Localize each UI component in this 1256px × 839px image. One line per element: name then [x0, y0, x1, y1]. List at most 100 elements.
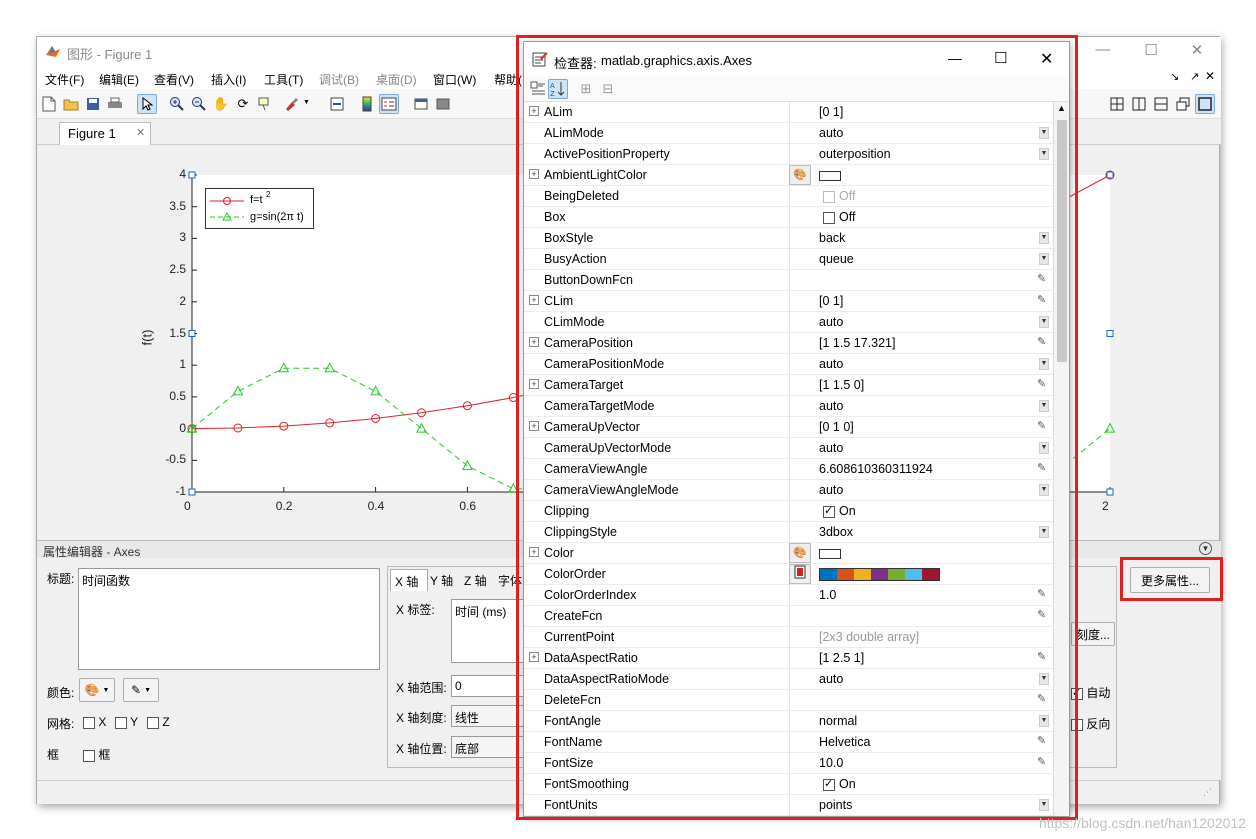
y-tick-label: -0.5 [165, 452, 186, 467]
menu-window[interactable]: 窗口(W) [433, 71, 476, 88]
grid-z-label: Z [162, 715, 170, 729]
box-check-label: 框 [98, 748, 111, 762]
legend-line-f [210, 197, 244, 221]
tab-close-icon[interactable]: ✕ [136, 126, 145, 139]
y-tick-label: 3 [179, 230, 186, 245]
legend-item-f-exp: 2 [266, 190, 271, 199]
y-tick-label: 0.5 [169, 388, 186, 403]
grid-x-checkbox[interactable]: X [83, 715, 106, 729]
print-icon[interactable] [105, 94, 125, 114]
tab-x-axis[interactable]: X 轴 [390, 569, 428, 591]
auto-label: 自动 [1086, 686, 1111, 700]
x-label-label: X 标签: [396, 603, 435, 617]
x-tick-label: 0.2 [275, 499, 293, 513]
resize-grip-icon[interactable]: ⋰ [1203, 787, 1212, 798]
y-tick-label: 4 [179, 167, 186, 181]
x-label-value: 时间 (ms) [455, 605, 507, 619]
y-tick-label: 1.5 [169, 325, 186, 340]
y-tick-label: 0 [179, 420, 186, 435]
watermark: https://blog.csdn.net/han1202012 [1038, 815, 1246, 831]
show-tools-icon[interactable] [433, 94, 453, 114]
brush-icon[interactable] [281, 94, 301, 114]
property-editor-title: 属性编辑器 - Axes [43, 545, 141, 559]
figure-title: 图形 - Figure 1 [67, 47, 153, 62]
selection-handle [1106, 171, 1114, 179]
tile-grid-icon[interactable] [1107, 94, 1127, 114]
x-tick-label: 2 [1102, 499, 1109, 513]
title-input-value: 时间函数 [82, 574, 131, 588]
dock-icon[interactable]: ↗ [1190, 70, 1199, 83]
grid-x-box[interactable] [83, 716, 95, 729]
tile-rows-icon[interactable] [1151, 94, 1171, 114]
grid-x-label: X [98, 715, 107, 729]
data-cursor-icon[interactable] [255, 94, 275, 114]
box-checkbox[interactable]: 框 [83, 746, 110, 763]
hide-tools-icon[interactable] [411, 94, 431, 114]
edge-color-button[interactable]: ✎ ▼ [123, 678, 159, 702]
maximize-icon[interactable]: ☐ [1131, 41, 1171, 61]
color-label: 颜色: [47, 686, 75, 700]
y-axis-label: f(t) [139, 329, 155, 346]
save-icon[interactable] [83, 94, 103, 114]
close-icon[interactable]: ✕ [1177, 41, 1217, 61]
x-tick-label: 0 [184, 499, 191, 513]
menu-file[interactable]: 文件(F) [45, 71, 84, 88]
tab-label: Figure 1 [68, 126, 116, 141]
legend-item-g: g=sin(2π t) [250, 211, 304, 223]
y-tick-label: 2 [179, 293, 186, 308]
collapse-icon[interactable]: ▼ [1199, 542, 1212, 555]
brush-dropdown-icon[interactable]: ▼ [303, 99, 310, 106]
selection-handle [188, 488, 196, 496]
tab-z-axis[interactable]: Z 轴 [464, 572, 487, 589]
legend-item-f: f=t [250, 194, 263, 206]
float-window-icon[interactable] [1173, 94, 1193, 114]
menu-tools[interactable]: 工具(T) [264, 71, 303, 88]
link-plot-icon[interactable] [327, 94, 347, 114]
menu-edit[interactable]: 编辑(E) [99, 71, 139, 88]
grid-z-box[interactable] [147, 716, 159, 729]
box-check-box[interactable] [83, 749, 95, 762]
zoom-in-icon[interactable] [167, 94, 187, 114]
grid-y-box[interactable] [115, 716, 127, 729]
open-file-icon[interactable] [61, 94, 81, 114]
selection-handle [1106, 330, 1114, 337]
highlight-more-properties [1120, 557, 1223, 601]
reverse-label: 反向 [1086, 717, 1111, 731]
ticks-button-label: 刻度... [1075, 627, 1110, 642]
rotate-icon[interactable]: ⟳ [233, 94, 253, 114]
grid-label: 网格: [47, 717, 75, 731]
menu-view[interactable]: 查看(V) [154, 71, 194, 88]
y-tick-label: 2.5 [169, 262, 186, 277]
y-tick-label: 3.5 [169, 198, 186, 213]
x-location-value: 底部 [455, 742, 480, 756]
edit-plot-icon[interactable] [137, 94, 157, 114]
zoom-out-icon[interactable] [189, 94, 209, 114]
menu-desktop[interactable]: 桌面(D) [376, 71, 417, 88]
x-scale-value: 线性 [455, 711, 480, 725]
selection-handle [1106, 488, 1114, 496]
selection-handle [188, 171, 196, 179]
title-input[interactable]: 时间函数 [78, 568, 380, 670]
colorbar-icon[interactable] [357, 94, 377, 114]
menu-insert[interactable]: 插入(I) [211, 71, 246, 88]
minimize-icon[interactable]: — [1083, 41, 1123, 61]
x-tick-label: 0.6 [459, 499, 477, 513]
pan-icon[interactable]: ✋ [211, 94, 231, 114]
maximize-pane-icon[interactable] [1195, 94, 1215, 114]
selection-handle [188, 330, 196, 337]
new-figure-icon[interactable] [39, 94, 59, 114]
legend-icon[interactable] [379, 94, 399, 114]
undock-icon[interactable]: ↘ [1170, 70, 1179, 83]
x-scale-label: X 轴刻度: [396, 711, 447, 725]
grid-y-checkbox[interactable]: Y [115, 715, 138, 729]
tab-y-axis[interactable]: Y 轴 [430, 572, 453, 589]
tab-figure-1[interactable]: Figure 1 ✕ [59, 122, 151, 145]
menu-debug[interactable]: 调试(B) [319, 71, 359, 88]
grid-z-checkbox[interactable]: Z [147, 715, 170, 729]
title-field-label: 标题: [47, 572, 75, 586]
box-label: 框 [47, 748, 60, 762]
tile-columns-icon[interactable] [1129, 94, 1149, 114]
legend[interactable]: f=t 2 g=sin(2π t) [205, 188, 314, 229]
face-color-button[interactable]: 🎨 ▼ [79, 678, 115, 702]
close-figure-icon[interactable]: ✕ [1205, 69, 1215, 83]
